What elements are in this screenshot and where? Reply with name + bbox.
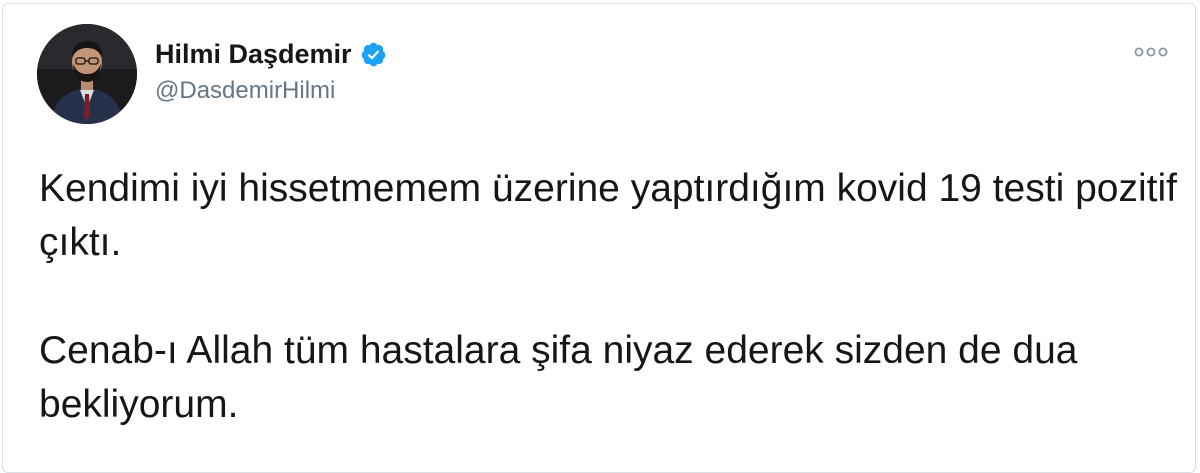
author-info: Hilmi Daşdemir @DasdemirHilmi bbox=[155, 37, 387, 105]
more-options-button[interactable] bbox=[1131, 40, 1171, 64]
author-handle[interactable]: @DasdemirHilmi bbox=[155, 77, 387, 105]
tweet-text: Kendimi iyi hissetmemem üzerine yaptırdı… bbox=[39, 162, 1179, 432]
avatar-photo-icon bbox=[37, 24, 137, 124]
author-avatar[interactable] bbox=[37, 24, 137, 124]
tweet-card: Hilmi Daşdemir @DasdemirHilmi Kendimi iy… bbox=[2, 3, 1196, 473]
tweet-paragraph-1: Kendimi iyi hissetmemem üzerine yaptırdı… bbox=[39, 167, 1177, 264]
verified-badge-icon bbox=[360, 41, 387, 68]
author-name-row: Hilmi Daşdemir bbox=[155, 37, 387, 71]
more-options-icon bbox=[1134, 47, 1168, 57]
author-display-name[interactable]: Hilmi Daşdemir bbox=[155, 39, 352, 70]
tweet-paragraph-2: Cenab-ı Allah tüm hastalara şifa niyaz e… bbox=[39, 329, 1078, 426]
